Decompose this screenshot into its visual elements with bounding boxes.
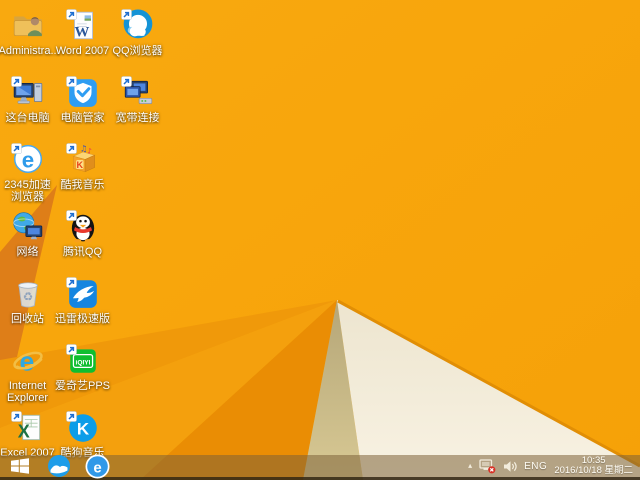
shortcut-arrow-icon — [66, 344, 77, 355]
desktop-icon-label: 回收站 — [11, 313, 44, 325]
kugou-music-icon: K — [66, 411, 100, 445]
desktop-icon-2345-browser[interactable]: e 2345加速浏览器 — [0, 143, 55, 203]
tencent-qq-icon — [66, 210, 100, 244]
desktop-icon-label: QQ浏览器 — [112, 45, 162, 57]
svg-text:e: e — [19, 347, 34, 377]
desktop-icon-label: 这台电脑 — [6, 112, 50, 124]
system-tray: ▴ ENG 10:35 2016/10/18 星期二 — [468, 455, 640, 477]
desktop-icon-label: 2345加速浏览器 — [0, 179, 55, 203]
desktop-icon-label: 宽带连接 — [116, 112, 160, 124]
shortcut-arrow-icon — [11, 411, 22, 422]
svg-text:e: e — [21, 147, 33, 172]
word-2007-icon: W — [66, 9, 100, 43]
shortcut-arrow-icon — [121, 76, 132, 87]
qq-browser-taskbar-icon — [47, 454, 71, 478]
desktop-icon-label: 迅雷极速版 — [55, 313, 110, 325]
shortcut-arrow-icon — [66, 9, 77, 20]
svg-text:X: X — [17, 422, 29, 442]
desktop-icon-label: 电脑管家 — [61, 112, 105, 124]
administrator-folder-icon — [11, 9, 45, 43]
svg-text:K: K — [76, 160, 83, 170]
show-hidden-icons-button[interactable]: ▴ — [468, 462, 472, 470]
taskbar-clock[interactable]: 10:35 2016/10/18 星期二 — [554, 456, 635, 477]
svg-text:♻: ♻ — [22, 289, 32, 303]
windows-logo-icon — [11, 458, 29, 474]
recycle-bin-icon: ♻ — [11, 277, 45, 311]
desktop-icon-network[interactable]: 网络 — [0, 210, 55, 258]
internet-explorer-icon: e — [11, 344, 45, 378]
broadband-icon — [121, 76, 155, 110]
network-icon — [11, 210, 45, 244]
shortcut-arrow-icon — [66, 277, 77, 288]
this-pc-icon — [11, 76, 45, 110]
pc-manager-icon — [66, 76, 100, 110]
shortcut-arrow-icon — [11, 76, 22, 87]
svg-text:iQIYI: iQIYI — [75, 360, 90, 367]
desktop-icon-word-2007[interactable]: W Word 2007 — [55, 9, 110, 57]
desktop-icon-this-pc[interactable]: 这台电脑 — [0, 76, 55, 124]
language-indicator[interactable]: ENG — [524, 461, 547, 472]
clock-date: 2016/10/18 星期二 — [554, 466, 633, 477]
desktop-icon-pc-manager[interactable]: 电脑管家 — [55, 76, 110, 124]
desktop-icon-excel-2007[interactable]: X Excel 2007 — [0, 411, 55, 459]
desktop-icon-xunlei[interactable]: 迅雷极速版 — [55, 277, 110, 325]
desktop-icon-label: Internet Explorer — [0, 380, 55, 404]
network-disconnected-icon[interactable] — [479, 459, 496, 474]
taskbar: e ▴ ENG 10:35 2016/10/18 星期二 — [0, 455, 640, 480]
svg-text:e: e — [93, 459, 101, 476]
desktop-icon-recycle-bin[interactable]: ♻ 回收站 — [0, 277, 55, 325]
svg-text:W: W — [74, 25, 89, 41]
desktop-icon-internet-explorer[interactable]: e Internet Explorer — [0, 344, 55, 404]
desktop-icon-broadband[interactable]: 宽带连接 — [110, 76, 165, 124]
svg-text:K: K — [76, 419, 89, 438]
shortcut-arrow-icon — [66, 76, 77, 87]
2345-browser-taskbar-icon: e — [85, 454, 110, 479]
qq-browser-icon — [121, 9, 155, 43]
shortcut-arrow-icon — [66, 143, 77, 154]
xunlei-icon — [66, 277, 100, 311]
desktop-icon-label: 腾讯QQ — [63, 246, 102, 258]
taskbar-item-qq-browser[interactable] — [40, 455, 78, 477]
desktop-icon-tencent-qq[interactable]: 腾讯QQ — [55, 210, 110, 258]
shortcut-arrow-icon — [66, 411, 77, 422]
shortcut-arrow-icon — [66, 210, 77, 221]
2345-browser-icon: e — [11, 143, 45, 177]
speaker-icon[interactable] — [503, 460, 517, 473]
desktop-icon-kugou-music[interactable]: K 酷狗音乐 — [55, 411, 110, 459]
taskbar-item-2345-browser[interactable]: e — [78, 455, 116, 477]
shortcut-arrow-icon — [11, 143, 22, 154]
shortcut-arrow-icon — [121, 9, 132, 20]
kuwo-music-icon: ♫ ♪ K — [66, 143, 100, 177]
desktop-icon-label: Word 2007 — [56, 45, 110, 57]
desktop-icon-qq-browser[interactable]: QQ浏览器 — [110, 9, 165, 57]
desktop-icon-administrator[interactable]: Administra... — [0, 9, 55, 57]
desktop-icon-kuwo-music[interactable]: ♫ ♪ K 酷我音乐 — [55, 143, 110, 191]
desktop-icon-label: 网络 — [17, 246, 39, 258]
iqiyi-pps-icon: iQIYI — [66, 344, 100, 378]
desktop-icon-iqiyi-pps[interactable]: iQIYI 爱奇艺PPS — [55, 344, 110, 392]
desktop-icon-label: Administra... — [0, 45, 57, 57]
desktop-icon-label: 酷我音乐 — [61, 179, 105, 191]
excel-2007-icon: X — [11, 411, 45, 445]
desktop-icon-label: 爱奇艺PPS — [55, 380, 110, 392]
start-button[interactable] — [0, 455, 40, 477]
